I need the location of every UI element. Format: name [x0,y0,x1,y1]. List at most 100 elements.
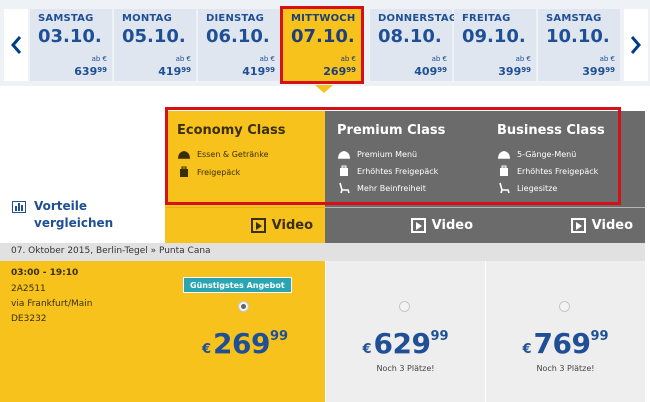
feature-item: Erhöhtes Freigepäck [497,165,598,177]
premium-fare-cell[interactable]: €62999 Noch 3 Plätze! [325,261,485,402]
feature-item: Erhöhtes Freigepäck [337,165,438,177]
date-tile-from: ab € [91,55,107,63]
date-tile-day: SAMSTAG [38,13,94,24]
feature-label: Erhöhtes Freigepäck [517,166,599,176]
seat-icon [499,182,510,194]
premium-class-header[interactable]: Premium Class Premium Menü Erhöhtes Frei… [325,111,485,243]
feature-label: Essen & Getränke [197,149,269,159]
date-strip: SAMSTAG 03.10. ab € 63999 MONTAG 05.10. … [0,0,650,86]
date-tile-price: 41999 [242,65,275,78]
date-tile-from: ab € [259,55,275,63]
flight-booking-page: SAMSTAG 03.10. ab € 63999 MONTAG 05.10. … [0,0,650,402]
date-tile-date: 10.10. [546,26,610,47]
economy-fare-price: €26999 [201,327,289,360]
route-header: 07. Oktober 2015, Berlin-Tegel » Punta C… [0,243,645,261]
flight-code: DE3232 [11,314,47,324]
date-tile-date: 06.10. [206,26,270,47]
class-name: Business Class [497,123,605,138]
premium-fare-radio[interactable] [399,301,410,312]
feature-item: 5-Gänge-Menü [497,148,576,160]
economy-fare-radio[interactable] [238,301,249,312]
cloche-icon [338,151,350,159]
feature-item: Freigepäck [177,166,240,178]
cloche-icon [498,151,510,159]
feature-label: Liegesitze [517,183,558,193]
date-tile-from: ab € [599,55,615,63]
feature-label: Premium Menü [357,149,418,159]
seats-left-label: Noch 3 Plätze! [376,364,435,373]
video-label: Video [271,218,313,233]
feature-label: Freigepäck [197,167,241,177]
flight-time: 03:00 - 19:10 [11,268,79,278]
date-tile-selected[interactable]: MITTWOCH 07.10. ab € 26999 [280,6,364,84]
feature-item: Essen & Getränke [177,148,269,160]
date-tile[interactable]: DONNERSTAG 08.10. ab € 40999 [370,9,457,81]
date-tile-price: 26999 [323,65,356,78]
date-tile-date: 08.10. [378,26,442,47]
video-label: Video [431,218,473,233]
date-tile-date: 05.10. [122,26,186,47]
flight-via: via Frankfurt/Main [11,299,93,309]
feature-label: 5-Gänge-Menü [517,149,577,159]
compare-benefits-link[interactable]: Vorteile vergleichen [10,198,160,238]
luggage-icon [180,166,188,177]
compare-label: Vorteile vergleichen [34,198,113,232]
video-button[interactable]: Video [165,208,325,243]
video-button[interactable]: Video [485,208,645,243]
business-fare-cell[interactable]: €76999 Noch 3 Plätze! [485,261,645,402]
date-tile-day: MONTAG [122,13,173,24]
business-class-header[interactable]: Business Class 5-Gänge-Menü Erhöhtes Fre… [485,111,645,243]
date-tile-day: DONNERSTAG [378,13,458,24]
date-tile-from: ab € [175,55,191,63]
feature-item: Liegesitze [497,182,557,194]
class-name: Economy Class [177,123,286,138]
feature-item: Premium Menü [337,148,417,160]
feature-label: Erhöhtes Freigepäck [357,166,439,176]
date-tile-date: 03.10. [38,26,102,47]
chevron-right-icon[interactable] [624,9,648,81]
economy-class-header[interactable]: Economy Class Essen & Getränke Freigepäc… [165,111,325,243]
date-tile-day: SAMSTAG [546,13,602,24]
date-tile-price: 63999 [74,65,107,78]
luggage-icon [500,165,508,176]
date-tile-day: MITTWOCH [291,13,356,24]
chevron-left-icon[interactable] [4,9,28,81]
date-tile[interactable]: MONTAG 05.10. ab € 41999 [114,9,196,81]
class-name: Premium Class [337,123,446,138]
economy-fare-cell[interactable]: Günstigstes Angebot €26999 [165,261,325,402]
feature-label: Mehr Beinfreiheit [357,183,426,193]
seats-left-label: Noch 3 Plätze! [536,364,595,373]
feature-item: Mehr Beinfreiheit [337,182,426,194]
play-icon [570,218,586,233]
cheapest-offer-badge: Günstigstes Angebot [183,277,292,293]
date-tile[interactable]: SAMSTAG 10.10. ab € 39999 [538,9,620,81]
selected-date-pointer [315,85,333,93]
flight-info: 03:00 - 19:10 2A2511 via Frankfurt/Main … [0,261,165,402]
date-tile-day: DIENSTAG [206,13,265,24]
date-tile-date: 09.10. [462,26,526,47]
date-tile-from: ab € [340,55,356,63]
date-tile-day: FREITAG [462,13,511,24]
play-icon [250,218,266,233]
video-label: Video [591,218,633,233]
premium-fare-price: €62999 [362,327,449,360]
date-tile[interactable]: SAMSTAG 03.10. ab € 63999 [30,9,112,81]
seat-icon [339,182,350,194]
date-tile-from: ab € [431,55,447,63]
play-icon [410,218,426,233]
luggage-icon [340,165,348,176]
compare-label-line2: vergleichen [34,216,114,230]
bar-chart-icon [12,201,26,213]
compare-label-line1: Vorteile [34,199,88,213]
video-button[interactable]: Video [325,208,485,243]
date-tile[interactable]: FREITAG 09.10. ab € 39999 [454,9,536,81]
date-tile-price: 41999 [158,65,191,78]
date-tile-date: 07.10. [291,26,355,47]
date-tile-price: 39999 [498,65,531,78]
date-tile[interactable]: DIENSTAG 06.10. ab € 41999 [198,9,280,81]
route-title: 07. Oktober 2015, Berlin-Tegel » Punta C… [11,246,211,256]
date-tile-price: 39999 [582,65,615,78]
business-fare-radio[interactable] [559,301,570,312]
date-tile-from: ab € [515,55,531,63]
cloche-icon [178,151,190,159]
